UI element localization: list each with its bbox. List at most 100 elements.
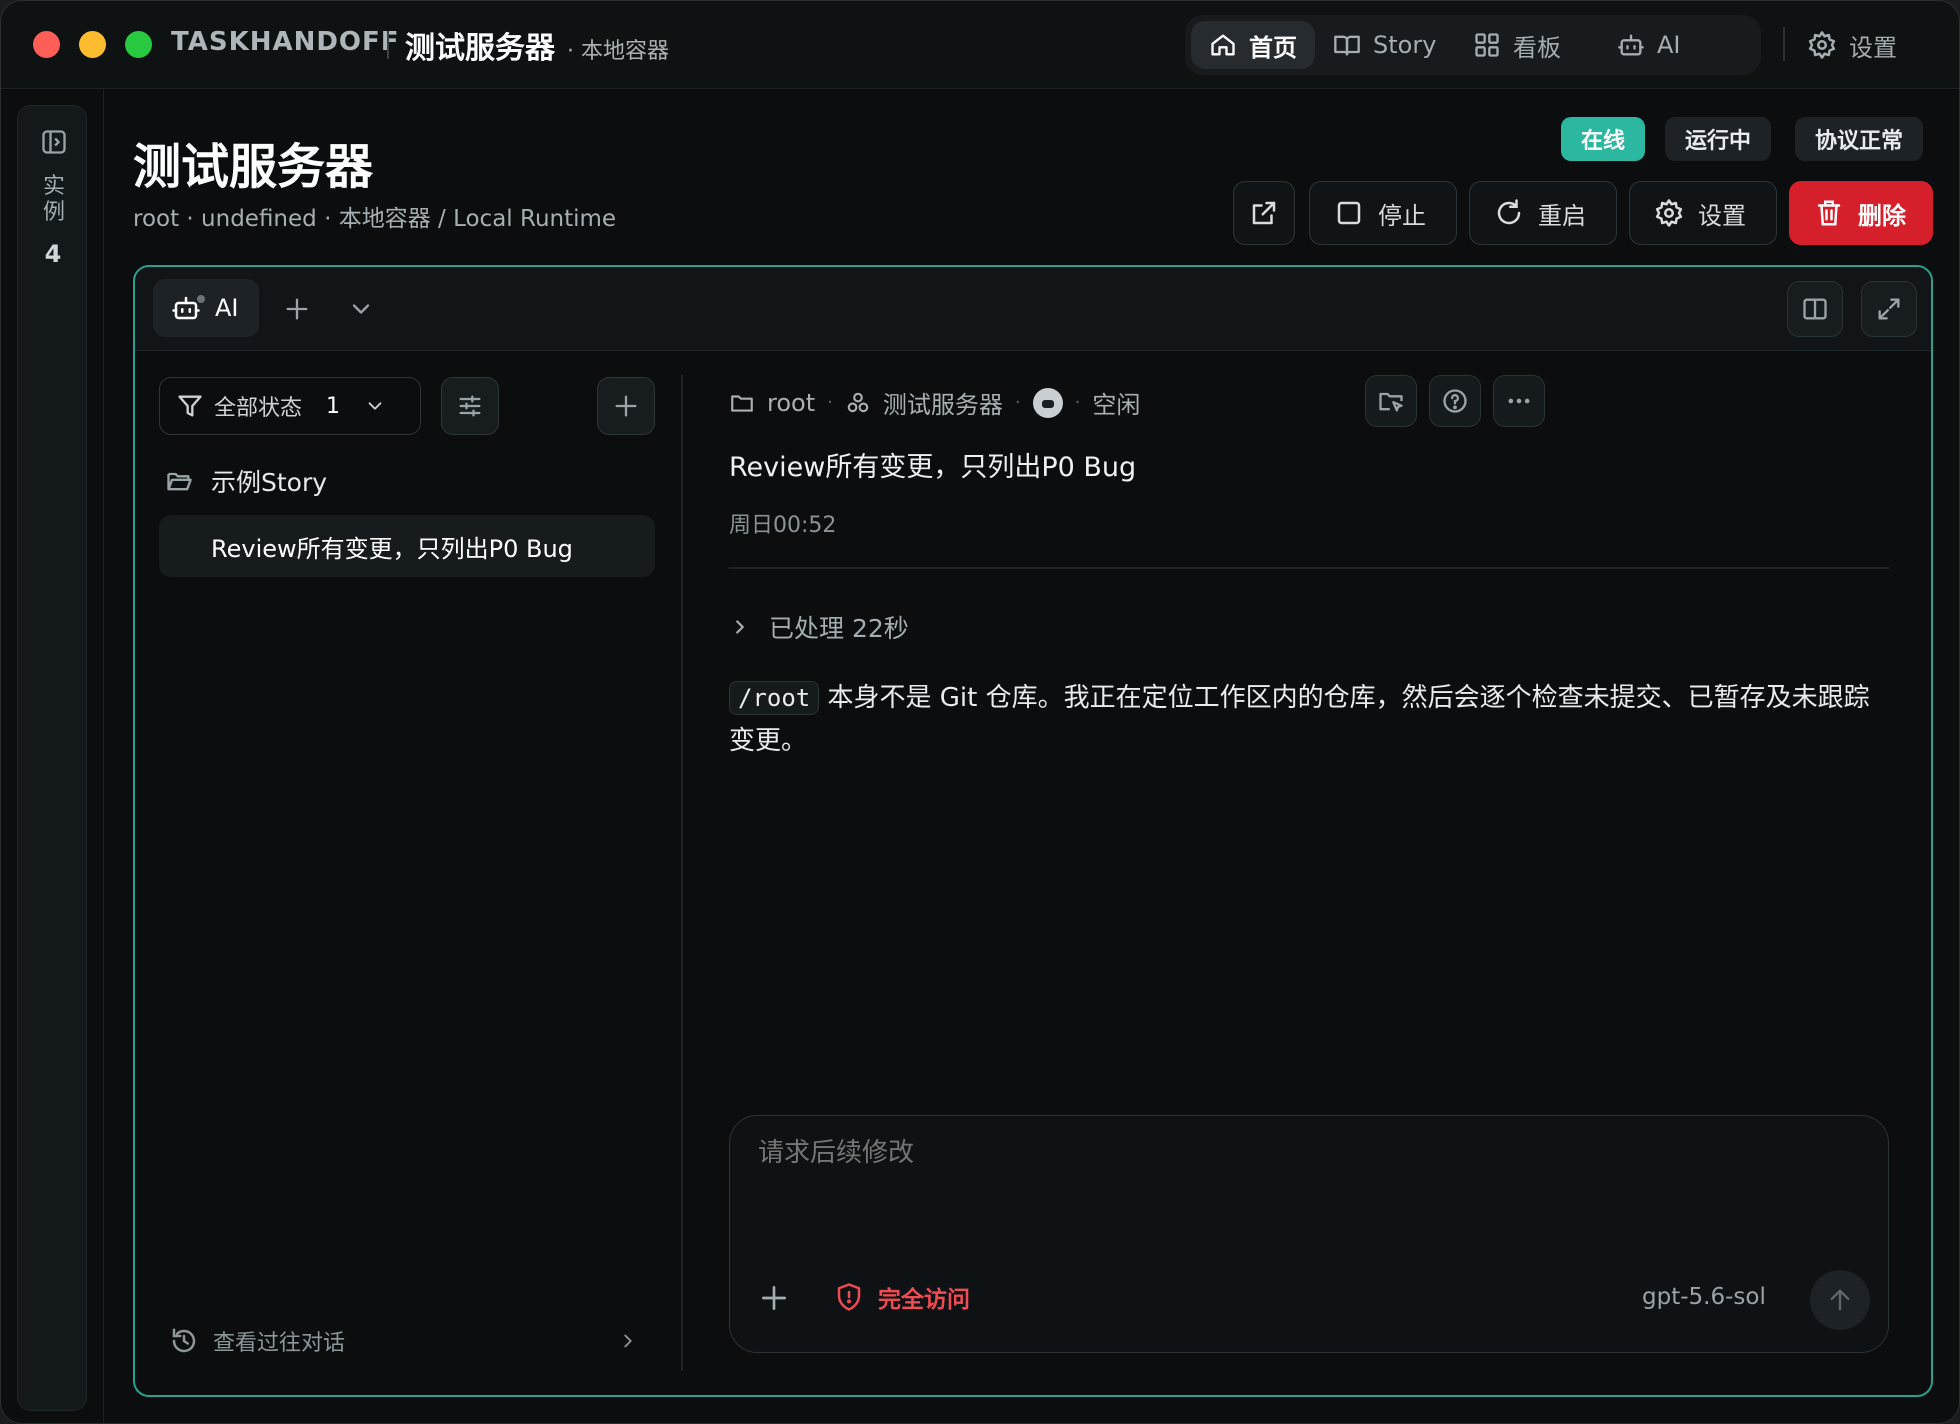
rail-label: 实例 [42, 174, 65, 225]
nav-story-label: Story [1373, 31, 1437, 59]
instance-settings-button[interactable]: 设置 [1629, 181, 1777, 245]
status-filter-dropdown[interactable]: 全部状态 1 [159, 377, 421, 435]
gear-icon [1808, 31, 1836, 59]
close-window-button[interactable] [33, 31, 60, 58]
sidebar-toggle-icon[interactable] [40, 128, 68, 156]
restart-button-label: 重启 [1538, 201, 1586, 230]
history-link[interactable]: 查看过往对话 [169, 1325, 639, 1357]
nav-story[interactable]: Story [1315, 21, 1454, 69]
assistant-message: /root 本身不是 Git 仓库。我正在定位工作区内的仓库，然后会逐个检查未提… [729, 677, 1889, 763]
history-icon [172, 1328, 196, 1353]
folder-cursor-icon [1379, 392, 1403, 412]
home-icon [1211, 34, 1235, 56]
help-button[interactable] [1429, 375, 1481, 427]
filter-count: 1 [326, 393, 341, 419]
top-settings-label: 设置 [1849, 33, 1897, 62]
page-title: 测试服务器 [133, 139, 374, 195]
chevron-right-icon [624, 1334, 632, 1348]
shield-alert-icon [837, 1283, 861, 1311]
filter-icon [178, 395, 202, 417]
instance-rail: 实例 4 [17, 105, 87, 1411]
split-view-button[interactable] [1787, 281, 1843, 337]
more-options-button[interactable] [1493, 375, 1545, 427]
open-folder-button[interactable] [1365, 375, 1417, 427]
top-settings-button[interactable]: 设置 [1807, 21, 1897, 69]
conversation-time: 周日00:52 [729, 513, 837, 538]
minimize-window-button[interactable] [79, 31, 106, 58]
nav-home[interactable]: 首页 [1191, 21, 1315, 69]
message-composer: 完全访问 gpt-5.6-sol [729, 1115, 1889, 1353]
app-window: TASKHANDOFF 测试服务器 · 本地容器 首页 Story 看板 AI [0, 0, 1960, 1424]
access-mode-label: 完全访问 [878, 1287, 970, 1313]
model-selector[interactable]: gpt-5.6-sol [1642, 1284, 1766, 1310]
agent-avatar [1032, 387, 1063, 418]
status-badge-protocol: 协议正常 [1795, 117, 1924, 161]
status-badge-running: 运行中 [1665, 117, 1772, 161]
processed-toggle[interactable]: 已处理 22秒 [729, 609, 909, 645]
assistant-message-text: 本身不是 Git 仓库。我正在定位工作区内的仓库，然后会逐个检查未提交、已暂存及… [729, 683, 1870, 756]
trash-icon [1817, 200, 1841, 226]
crumb-status: 空闲 [1092, 391, 1141, 419]
tab-ai-label: AI [215, 294, 239, 322]
gear-icon [1655, 199, 1683, 227]
split-columns-icon [1803, 298, 1827, 320]
book-icon [1334, 35, 1360, 56]
window-title: 测试服务器 [405, 31, 555, 66]
nav-board[interactable]: 看板 [1455, 21, 1579, 69]
ai-workspace-panel: AI 全部状态 1 示例Story Review所有变更，只列出P0 Bug 查… [133, 265, 1933, 1397]
filter-label: 全部状态 [214, 396, 303, 421]
chevron-down-icon[interactable] [347, 295, 375, 323]
nav-board-label: 看板 [1513, 33, 1561, 62]
nav-ai[interactable]: AI [1599, 21, 1699, 69]
conversation-divider [729, 567, 1889, 569]
status-badge-online: 在线 [1561, 117, 1646, 161]
attach-plus-icon[interactable] [758, 1282, 790, 1314]
conversation-breadcrumb: root · 测试服务器 · · 空闲 [729, 385, 1140, 420]
crumb-separator: · [827, 392, 833, 413]
crumb-server: 测试服务器 [882, 391, 1003, 419]
tab-ai[interactable]: AI [153, 279, 259, 337]
plus-icon [615, 395, 637, 417]
delete-button-label: 删除 [1858, 201, 1906, 230]
rail-divider [103, 89, 104, 1423]
add-tab-icon[interactable] [283, 295, 311, 323]
chevron-down-icon [368, 402, 382, 410]
zoom-window-button[interactable] [125, 31, 152, 58]
open-external-button[interactable] [1233, 181, 1295, 245]
stop-button[interactable]: 停止 [1309, 181, 1457, 245]
send-button[interactable] [1810, 1270, 1870, 1330]
followup-input[interactable] [758, 1138, 1858, 1168]
sliders-icon [459, 395, 481, 417]
story-folder[interactable]: 示例Story [165, 463, 327, 499]
crumb-separator: · [1074, 392, 1081, 413]
help-circle-icon [1443, 389, 1467, 413]
cluster-icon [847, 392, 869, 412]
nav-divider [1783, 27, 1785, 61]
processed-label: 已处理 22秒 [769, 614, 909, 643]
robot-icon [1618, 34, 1644, 56]
access-mode-button[interactable]: 完全访问 [834, 1280, 970, 1314]
column-divider [681, 375, 683, 1371]
restart-button[interactable]: 重启 [1469, 181, 1617, 245]
stop-square-icon [1337, 201, 1361, 225]
filter-settings-button[interactable] [441, 377, 499, 435]
folder-open-icon [167, 472, 192, 491]
title-divider [387, 31, 389, 59]
delete-button[interactable]: 删除 [1789, 181, 1933, 245]
stop-button-label: 停止 [1378, 201, 1426, 230]
instance-settings-label: 设置 [1698, 201, 1746, 230]
inline-code: /root [729, 681, 820, 715]
panel-tab-bar: AI [135, 267, 1931, 351]
add-story-button[interactable] [597, 377, 655, 435]
list-item[interactable]: Review所有变更，只列出P0 Bug [159, 515, 655, 577]
expand-panel-button[interactable] [1861, 281, 1917, 337]
grid-icon [1475, 33, 1499, 57]
arrow-up-icon [1830, 1289, 1850, 1311]
conversation-title: Review所有变更，只列出P0 Bug [729, 452, 1137, 483]
external-link-icon [1252, 201, 1276, 225]
chevron-right-icon [736, 620, 744, 634]
nav-home-label: 首页 [1249, 33, 1297, 62]
window-subtitle: · 本地容器 [567, 39, 669, 64]
tab-status-dot [195, 293, 207, 305]
nav-ai-label: AI [1657, 31, 1681, 59]
